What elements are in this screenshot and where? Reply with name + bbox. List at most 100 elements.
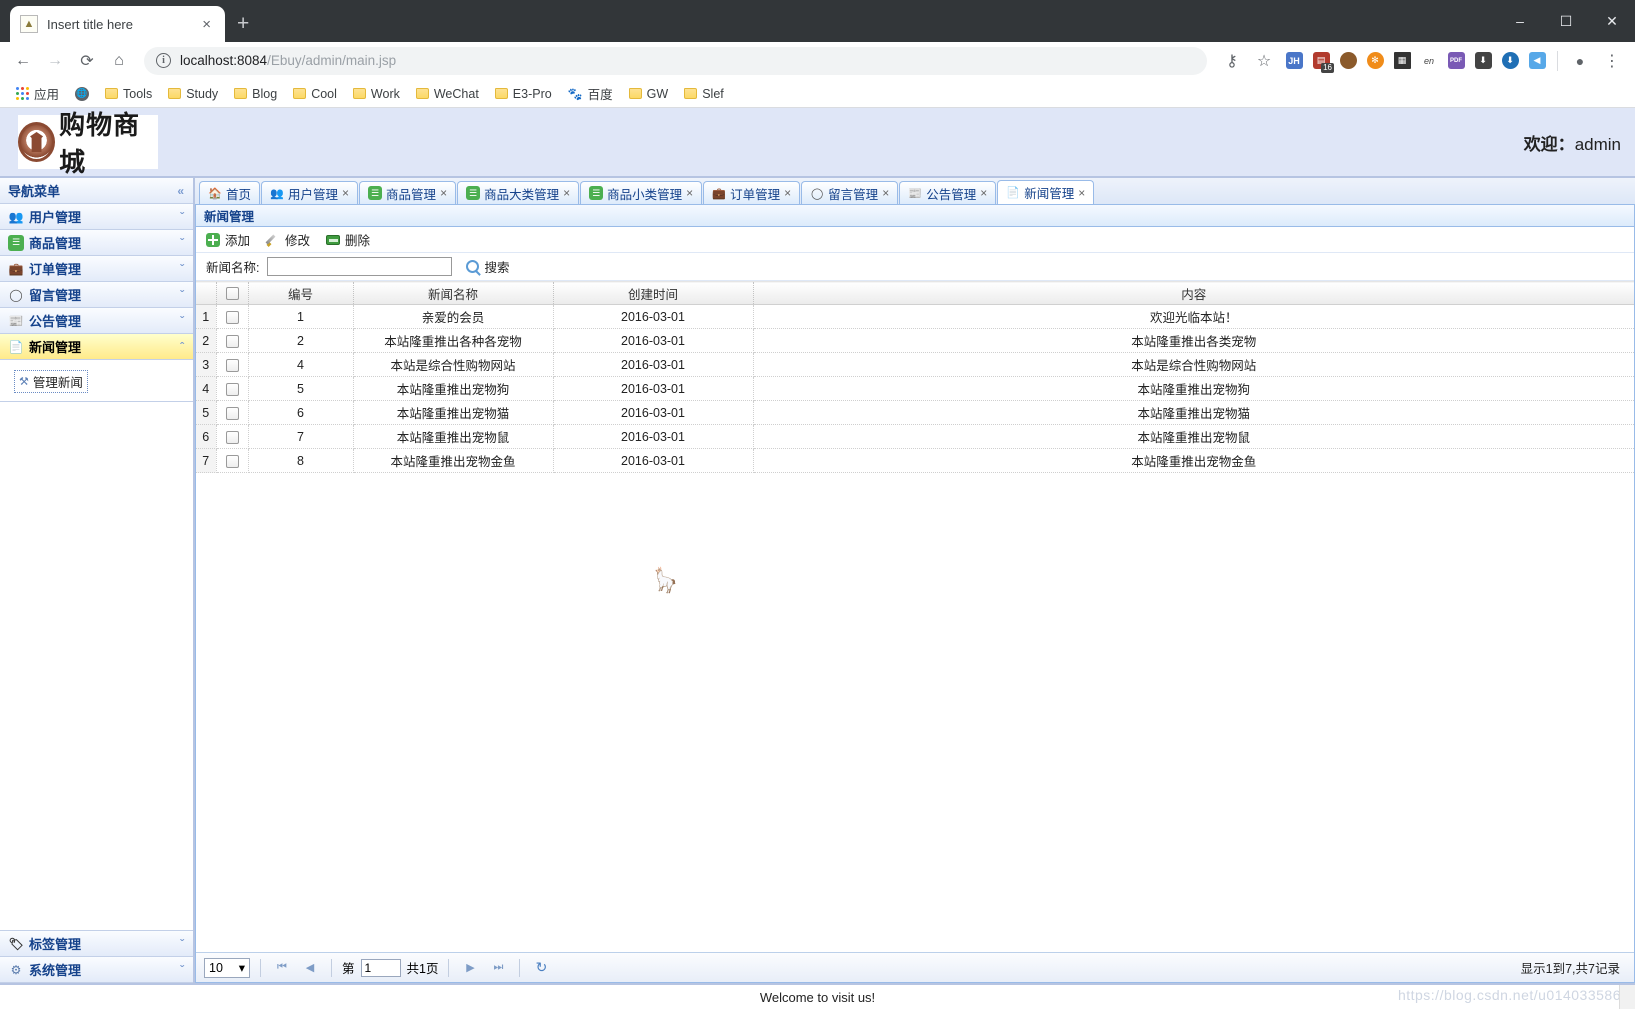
bookmark-study[interactable]: Study — [161, 84, 225, 104]
chevron-down-icon[interactable]: ˇ — [180, 237, 184, 249]
page-size-select[interactable]: 10 ▾ — [204, 957, 250, 978]
tab-news-management[interactable]: 📄 新闻管理 × — [997, 180, 1095, 204]
table-row[interactable]: 5 6 本站隆重推出宠物猫 2016-03-01 本站隆重推出宠物猫 — [196, 400, 1634, 425]
window-close-button[interactable]: ✕ — [1589, 0, 1635, 42]
tab-close-icon[interactable]: × — [686, 186, 693, 200]
tab-close-icon[interactable]: × — [563, 186, 570, 200]
search-input[interactable] — [267, 257, 453, 276]
bookmark-work[interactable]: Work — [346, 84, 407, 104]
bookmark-apps[interactable]: 应用 — [9, 81, 66, 106]
close-icon[interactable]: × — [198, 15, 215, 34]
tab-user-management[interactable]: 👥 用户管理 × — [261, 181, 359, 204]
red-tool-extension-icon[interactable]: ▤ 16 — [1308, 48, 1334, 74]
chevron-down-icon[interactable]: ˇ — [180, 938, 184, 950]
chevron-up-icon[interactable]: ˆ — [180, 341, 184, 353]
last-page-button[interactable]: ⏭ — [487, 958, 509, 978]
row-select-cell[interactable] — [216, 376, 249, 401]
chevron-down-icon[interactable]: ˇ — [180, 263, 184, 275]
next-page-button[interactable]: ▶ — [459, 958, 481, 978]
orange-circle-extension-icon[interactable]: ✻ — [1362, 48, 1388, 74]
new-tab-button[interactable]: + — [237, 13, 249, 34]
bookmark-blog[interactable]: Blog — [227, 84, 284, 104]
bookmark-slef[interactable]: Slef — [677, 84, 731, 104]
idm-extension-icon[interactable]: ⬇ — [1497, 48, 1523, 74]
tab-close-icon[interactable]: × — [1078, 186, 1085, 200]
sidebar-item-user-management[interactable]: 👥 用户管理 ˇ — [0, 204, 193, 230]
bookmark-baidu[interactable]: 🐾 百度 — [561, 81, 620, 106]
select-all-checkbox[interactable] — [225, 287, 239, 301]
home-icon[interactable]: ⌂ — [104, 46, 134, 76]
thunder-extension-icon[interactable]: ◀ — [1524, 48, 1550, 74]
tab-close-icon[interactable]: × — [342, 186, 349, 200]
tab-close-icon[interactable]: × — [440, 186, 447, 200]
collapse-icon[interactable]: « — [177, 185, 184, 197]
tab-product-management[interactable]: ☰ 商品管理 × — [359, 181, 457, 204]
tab-product-category-management[interactable]: ☰ 商品大类管理 × — [457, 181, 580, 204]
table-row[interactable]: 4 5 本站隆重推出宠物狗 2016-03-01 本站隆重推出宠物狗 — [196, 376, 1634, 401]
sidebar-item-product-management[interactable]: ☰ 商品管理 ˇ — [0, 230, 193, 256]
delete-button[interactable]: 删除 — [326, 230, 370, 249]
translate-extension-icon[interactable]: en — [1416, 48, 1442, 74]
tab-close-icon[interactable]: × — [784, 186, 791, 200]
page-scrollbar[interactable] — [1619, 985, 1635, 1009]
table-row[interactable]: 7 8 本站隆重推出宠物金鱼 2016-03-01 本站隆重推出宠物金鱼 — [196, 448, 1634, 473]
sidebar-item-news-management[interactable]: 📄 新闻管理 ˆ — [0, 334, 193, 360]
row-select-cell[interactable] — [216, 304, 249, 329]
row-select-cell[interactable] — [216, 424, 249, 449]
refresh-icon[interactable]: ↻ — [530, 958, 552, 978]
tab-close-icon[interactable]: × — [882, 186, 889, 200]
page-number-input[interactable] — [360, 958, 401, 977]
sidebar-item-tag-management[interactable]: 🏷 标签管理 ˇ — [0, 931, 193, 957]
search-button[interactable]: 搜索 — [466, 257, 510, 276]
site-info-icon[interactable]: i — [156, 53, 171, 68]
forward-icon[interactable]: → — [40, 46, 70, 76]
back-icon[interactable]: ← — [8, 46, 38, 76]
bookmark-cool[interactable]: Cool — [286, 84, 344, 104]
tab-message-management[interactable]: ◯ 留言管理 × — [801, 181, 899, 204]
password-key-icon[interactable]: ⚷ — [1217, 46, 1247, 76]
row-checkbox[interactable] — [225, 382, 239, 396]
edit-button[interactable]: 修改 — [266, 230, 310, 249]
row-checkbox[interactable] — [225, 454, 239, 468]
bookmark-gw[interactable]: GW — [622, 84, 676, 104]
row-select-cell[interactable] — [216, 328, 249, 353]
table-row[interactable]: 6 7 本站隆重推出宠物鼠 2016-03-01 本站隆重推出宠物鼠 — [196, 424, 1634, 449]
tab-order-management[interactable]: 💼 订单管理 × — [703, 181, 801, 204]
table-row[interactable]: 2 2 本站隆重推出各种各宠物 2016-03-01 本站隆重推出各类宠物 — [196, 328, 1634, 353]
sidebar-item-system-management[interactable]: ⚙ 系统管理 ˇ — [0, 957, 193, 983]
sidebar-subitem-manage-news[interactable]: ⚒ 管理新闻 — [14, 370, 88, 393]
prev-page-button[interactable]: ◀ — [299, 958, 321, 978]
reload-icon[interactable]: ⟳ — [72, 46, 102, 76]
table-row[interactable]: 3 4 本站是综合性购物网站 2016-03-01 本站是综合性购物网站 — [196, 352, 1634, 377]
sidebar-item-order-management[interactable]: 💼 订单管理 ˇ — [0, 256, 193, 282]
site-logo[interactable]: 购物商城 — [18, 111, 158, 178]
row-checkbox[interactable] — [225, 334, 239, 348]
browser-menu-icon[interactable]: ⋮ — [1597, 46, 1627, 76]
browser-tab[interactable]: ▲ Insert title here × — [10, 6, 225, 42]
download-extension-icon[interactable]: ⬇ — [1470, 48, 1496, 74]
sidebar-title[interactable]: 导航菜单 « — [0, 178, 193, 204]
add-button[interactable]: 添加 — [206, 230, 250, 249]
monkey-extension-icon[interactable] — [1335, 48, 1361, 74]
maximize-button[interactable]: ☐ — [1543, 0, 1589, 42]
row-checkbox[interactable] — [225, 358, 239, 372]
address-bar[interactable]: i localhost:8084/Ebuy/admin/main.jsp — [144, 46, 1207, 75]
tab-home[interactable]: 🏠 首页 — [199, 181, 261, 204]
chevron-down-icon[interactable]: ˇ — [180, 315, 184, 327]
row-select-cell[interactable] — [216, 352, 249, 377]
bookmark-globe[interactable]: 🌐 — [68, 84, 96, 104]
row-checkbox[interactable] — [225, 310, 239, 324]
row-checkbox[interactable] — [225, 406, 239, 420]
first-page-button[interactable]: ⏮ — [271, 958, 293, 978]
sidebar-item-message-management[interactable]: ◯ 留言管理 ˇ — [0, 282, 193, 308]
minimize-button[interactable]: – — [1497, 0, 1543, 42]
row-select-cell[interactable] — [216, 400, 249, 425]
tab-close-icon[interactable]: × — [980, 186, 987, 200]
chevron-down-icon[interactable]: ˇ — [180, 289, 184, 301]
chevron-down-icon[interactable]: ˇ — [180, 964, 184, 976]
bookmark-tools[interactable]: Tools — [98, 84, 159, 104]
chevron-down-icon[interactable]: ˇ — [180, 211, 184, 223]
row-select-cell[interactable] — [216, 448, 249, 473]
tab-product-subcategory-management[interactable]: ☰ 商品小类管理 × — [580, 181, 703, 204]
profile-avatar-icon[interactable]: ● — [1565, 46, 1595, 76]
